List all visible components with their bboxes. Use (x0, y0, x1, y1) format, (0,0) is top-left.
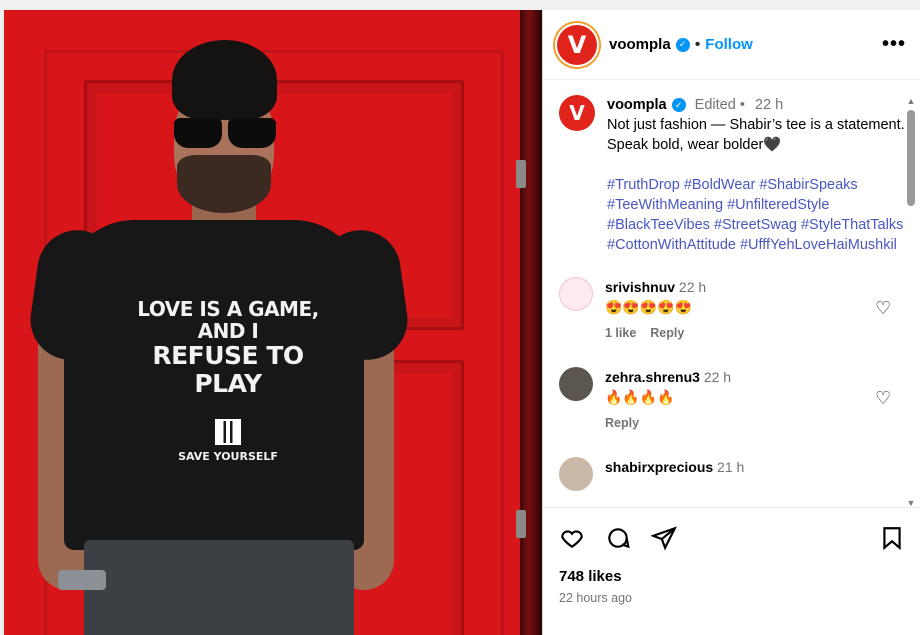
reply-button[interactable]: Reply (650, 326, 684, 340)
post-time-ago[interactable]: 22 hours ago (559, 591, 905, 605)
lens (228, 118, 276, 148)
sunglasses (174, 118, 276, 148)
wristwatch (58, 570, 106, 590)
comment-item: shabirxprecious 21 h (543, 457, 920, 491)
comment-icon[interactable] (605, 525, 631, 551)
comment-time: 21 h (717, 459, 745, 475)
commenter-avatar[interactable] (559, 367, 593, 401)
author-avatar[interactable]: V (557, 24, 597, 65)
tshirt-line-2: AND I (197, 319, 259, 343)
share-icon[interactable] (649, 525, 677, 551)
tshirt-line-1: LOVE IS A GAME, (137, 297, 319, 321)
tshirt-line-3: REFUSE TO PLAY (152, 341, 304, 398)
reply-button[interactable]: Reply (605, 416, 639, 430)
post-side-panel: V voompla ✓ • Follow ••• V voompla ✓ Edit… (542, 10, 920, 635)
hinge (516, 160, 526, 188)
separator-dot: • (739, 97, 745, 113)
comment-meta: 1 like Reply (605, 323, 706, 343)
instagram-post-window: LOVE IS A GAME, AND I REFUSE TO PLAY SAV… (0, 0, 920, 635)
comment-body: shabirxprecious 21 h (605, 457, 744, 491)
comment-body: zehra.shrenu3 22 h 🔥🔥🔥🔥 Reply (605, 367, 731, 433)
caption-avatar[interactable]: V (559, 95, 595, 131)
comment-likes[interactable]: 1 like (605, 326, 636, 340)
verified-icon: ✓ (675, 37, 690, 52)
verified-icon: ✓ (671, 98, 686, 113)
comment-meta: Reply (605, 413, 731, 433)
caption-text: Not just fashion — Shabir’s tee is a sta… (607, 117, 905, 153)
edited-label: Edited (694, 97, 736, 113)
comment-username[interactable]: shabirxprecious (605, 459, 713, 475)
post-header: V voompla ✓ • Follow ••• (543, 10, 920, 80)
caption-body: voompla ✓ Edited • 22 h Not just fashion … (607, 95, 907, 255)
comments-scroll-area[interactable]: V voompla ✓ Edited • 22 h Not just fashio… (543, 81, 920, 506)
door-edge (520, 10, 542, 635)
author-username[interactable]: voompla (609, 36, 671, 53)
heart-icon[interactable] (559, 525, 585, 551)
caption: V voompla ✓ Edited • 22 h Not just fashio… (543, 81, 920, 255)
caption-hashtags[interactable]: #TruthDrop #BoldWear #ShabirSpeaks #TeeW… (607, 175, 907, 255)
caption-username[interactable]: voompla (607, 97, 667, 113)
model: LOVE IS A GAME, AND I REFUSE TO PLAY SAV… (25, 30, 413, 635)
tshirt-line-4: SAVE YOURSELF (178, 450, 278, 463)
separator-dot: • (694, 35, 701, 53)
hinge (516, 510, 526, 538)
comments-scrollbar[interactable]: ▲ ▼ (906, 96, 916, 508)
comment-time: 22 h (703, 369, 732, 385)
beard (177, 155, 271, 213)
post-photo[interactable]: LOVE IS A GAME, AND I REFUSE TO PLAY SAV… (4, 10, 542, 635)
hair (172, 40, 277, 120)
bookmark-icon[interactable] (879, 525, 905, 551)
scrollbar-thumb[interactable] (907, 110, 915, 206)
comment-item: srivishnuv 22 h 😍😍😍😍😍 1 like Reply ♡ (543, 277, 920, 343)
caption-time[interactable]: 22 h (755, 97, 783, 113)
commenter-avatar[interactable] (559, 457, 593, 491)
comment-time: 22 h (678, 279, 707, 295)
comment-like-heart-icon[interactable]: ♡ (875, 299, 893, 317)
comment-text: 😍😍😍😍😍 (605, 299, 693, 315)
pants (84, 540, 354, 635)
comment-body: srivishnuv 22 h 😍😍😍😍😍 1 like Reply (605, 277, 706, 343)
follow-button[interactable]: Follow (705, 36, 753, 53)
comment-like-heart-icon[interactable]: ♡ (875, 389, 893, 407)
likes-count[interactable]: 748 likes (559, 568, 905, 585)
scroll-up-icon[interactable]: ▲ (906, 96, 916, 106)
comment-username[interactable]: srivishnuv (605, 279, 675, 295)
comment-username[interactable]: zehra.shrenu3 (605, 369, 700, 385)
comment-text: 🔥🔥🔥🔥 (605, 389, 675, 405)
qr-code-icon (215, 419, 241, 445)
lens (174, 118, 222, 148)
comment-item: zehra.shrenu3 22 h 🔥🔥🔥🔥 Reply ♡ (543, 367, 920, 433)
action-icons-row (559, 508, 905, 568)
commenter-avatar[interactable] (559, 277, 593, 311)
tshirt-print: LOVE IS A GAME, AND I REFUSE TO PLAY SAV… (128, 298, 328, 463)
more-icon[interactable]: ••• (882, 33, 906, 56)
post-actions: 748 likes 22 hours ago (543, 507, 920, 635)
